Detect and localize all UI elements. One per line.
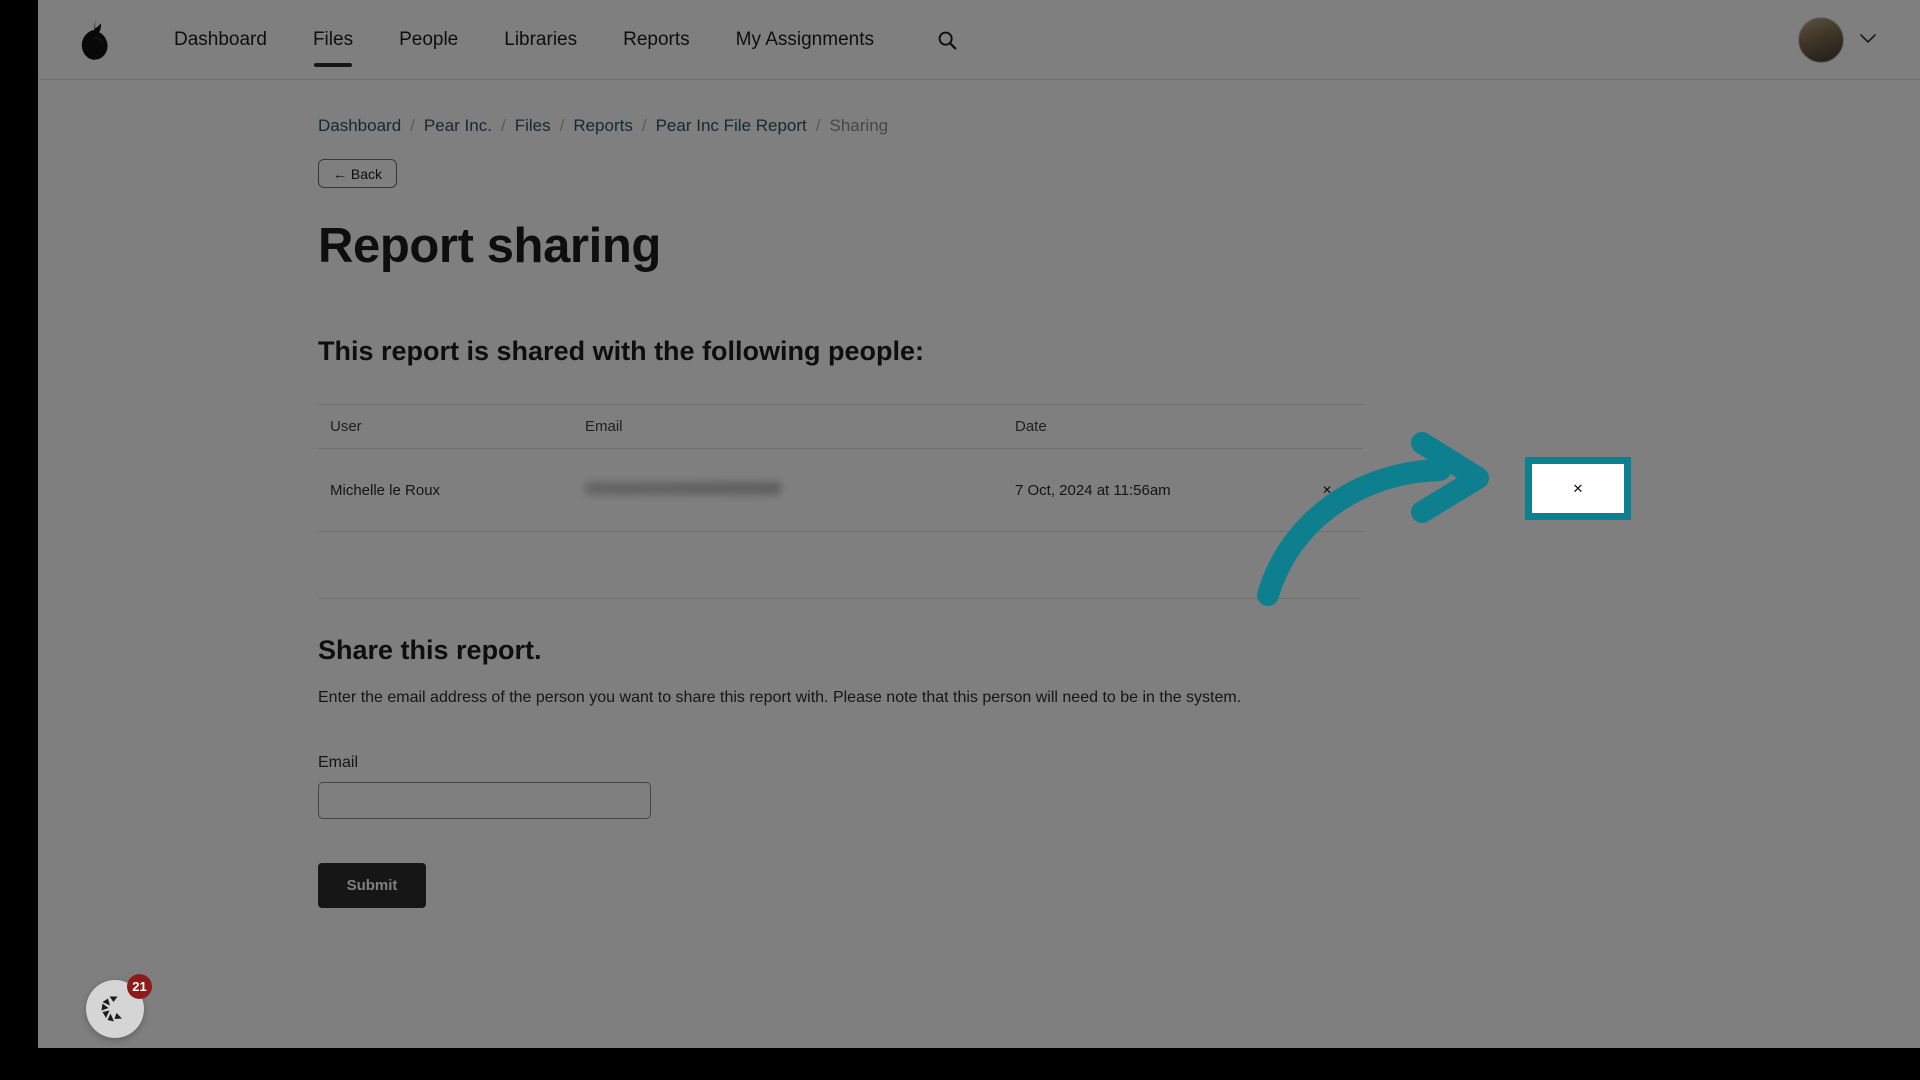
table-row: Michelle le Roux 7 Oct, 2024 at 11:56am … (318, 448, 1363, 532)
breadcrumb-item-files[interactable]: Files (515, 116, 551, 136)
helper-badge-count: 21 (127, 974, 152, 999)
share-report-heading: Share this report. (318, 635, 542, 665)
breadcrumb-separator: / (641, 116, 647, 135)
shared-with-heading: This report is shared with the following… (318, 336, 925, 366)
nav-links: Dashboard Files People Libraries Reports… (174, 21, 962, 67)
pear-logo-icon[interactable] (72, 14, 116, 66)
column-header-user: User (318, 404, 573, 449)
remove-share-button[interactable]: ✕ (1295, 473, 1359, 507)
submit-button[interactable]: Submit (318, 863, 426, 908)
screen-root: Dashboard Files People Libraries Reports… (0, 0, 1920, 1080)
breadcrumb-item-sharing: Sharing (829, 116, 889, 135)
redacted-email-value (585, 481, 781, 495)
nav-link-dashboard[interactable]: Dashboard (174, 21, 267, 59)
email-input[interactable] (318, 782, 651, 819)
page-content: Dashboard / Pear Inc. / Files / Reports … (38, 80, 1920, 1048)
table-body: Michelle le Roux 7 Oct, 2024 at 11:56am … (318, 448, 1363, 532)
breadcrumb-item-dashboard[interactable]: Dashboard (318, 116, 401, 136)
remove-share-button-highlighted[interactable]: ✕ (1532, 464, 1624, 513)
breadcrumb-separator: / (815, 116, 821, 135)
helper-camera-icon (101, 996, 122, 1022)
breadcrumb-item-reports[interactable]: Reports (573, 116, 633, 136)
section-divider (318, 598, 1360, 599)
content-inner: Dashboard / Pear Inc. / Files / Reports … (318, 80, 1608, 908)
cell-date: 7 Oct, 2024 at 11:56am (1003, 448, 1283, 532)
column-header-email: Email (573, 404, 1003, 449)
nav-account-area (1798, 16, 1886, 63)
search-icon[interactable] (932, 25, 962, 55)
avatar[interactable] (1798, 16, 1844, 63)
back-button[interactable]: ← Back (318, 159, 398, 188)
table-header-row: User Email Date (318, 404, 1363, 449)
column-header-actions (1283, 404, 1363, 449)
cell-user: Michelle le Roux (318, 448, 573, 532)
breadcrumb-item-pear-inc-file-report[interactable]: Pear Inc File Report (656, 116, 807, 136)
breadcrumb-separator: / (410, 116, 415, 135)
breadcrumb: Dashboard / Pear Inc. / Files / Reports … (318, 80, 1608, 136)
highlight-box-remove-share-button: ✕ (1525, 457, 1631, 520)
chevron-down-icon[interactable] (1860, 32, 1876, 48)
table-head: User Email Date (318, 404, 1363, 449)
nav-link-people[interactable]: People (399, 21, 458, 59)
cell-email (573, 448, 1003, 532)
breadcrumb-item-pear-inc[interactable]: Pear Inc. (424, 116, 492, 136)
share-report-description: Enter the email address of the person yo… (318, 689, 1242, 706)
column-header-date: Date (1003, 404, 1283, 449)
nav-link-files[interactable]: Files (313, 21, 353, 67)
nav-link-libraries[interactable]: Libraries (504, 21, 577, 59)
nav-link-my-assignments[interactable]: My Assignments (736, 21, 874, 59)
top-navbar: Dashboard Files People Libraries Reports… (38, 0, 1920, 80)
shared-users-table: User Email Date Michelle le Roux 7 Oct, … (318, 404, 1363, 532)
page-title: Report sharing (318, 219, 661, 273)
breadcrumb-separator: / (559, 116, 565, 135)
breadcrumb-separator: / (500, 116, 506, 135)
browser-page: Dashboard Files People Libraries Reports… (38, 0, 1920, 1048)
cell-actions: ✕ (1283, 448, 1363, 532)
helper-widget-button[interactable]: 21 (86, 974, 152, 1038)
nav-link-reports[interactable]: Reports (623, 21, 690, 59)
email-field-label: Email (318, 754, 359, 771)
